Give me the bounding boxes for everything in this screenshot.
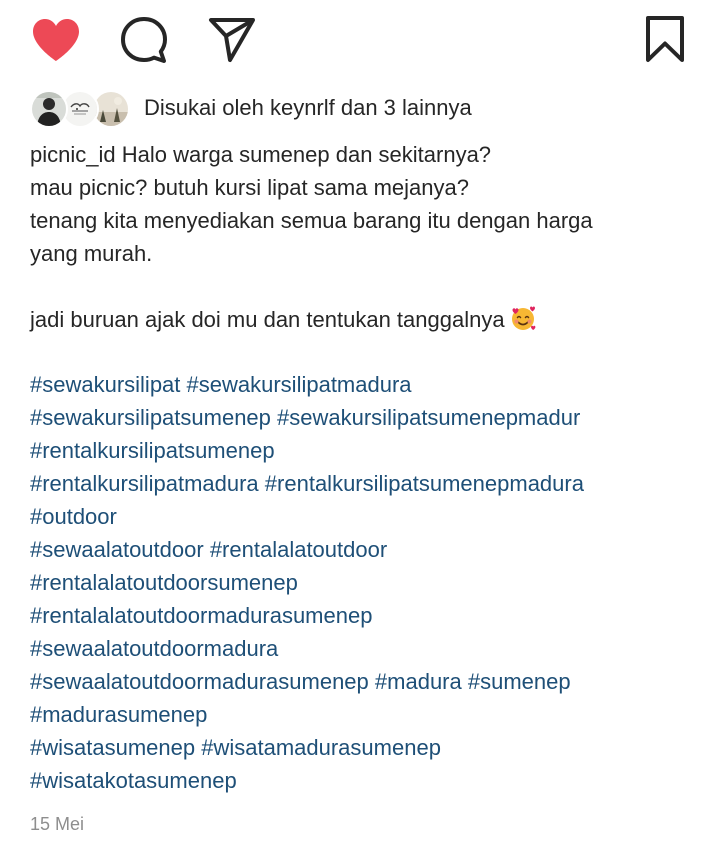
hashtag-link[interactable]: #sewakursilipatsumenep — [30, 405, 271, 430]
post-caption: picnic_id Halo warga sumenep dan sekitar… — [30, 138, 700, 336]
hashtag-link[interactable]: #sewakursilipatmadura — [187, 372, 412, 397]
hashtag-link[interactable]: #sewaalatoutdoor — [30, 537, 204, 562]
hashtag-line: #rentalkursilipatsumenep — [30, 434, 710, 467]
hashtag-link[interactable]: #madura — [375, 669, 462, 694]
hashtag-link[interactable]: #sewaalatoutdoormadura — [30, 636, 278, 661]
caption-line: mau picnic? butuh kursi lipat sama mejan… — [30, 175, 470, 200]
hashtag-line: #rentalkursilipatmadura #rentalkursilipa… — [30, 467, 710, 500]
post-timestamp: 15 Mei — [30, 814, 85, 834]
hashtag-list: #sewakursilipat #sewakursilipatmadura #se… — [30, 368, 710, 797]
post-action-bar — [0, 0, 719, 76]
avatar[interactable] — [30, 90, 68, 128]
hashtag-line: #rentalalatoutdoorsumenep — [30, 566, 710, 599]
hashtag-link[interactable]: #wisatakotasumenep — [30, 768, 237, 793]
hashtag-link[interactable]: #sewakursilipat — [30, 372, 180, 397]
save-button[interactable] — [639, 14, 691, 64]
share-button[interactable] — [206, 14, 258, 64]
hashtag-link[interactable]: #madurasumenep — [30, 702, 207, 727]
hashtag-link[interactable]: #rentalkursilipatsumenepmadura — [265, 471, 584, 496]
hashtag-line: #sewaalatoutdoormadurasumenep #madura #s… — [30, 665, 710, 698]
paper-plane-icon — [209, 18, 255, 62]
caption-line: tenang kita menyediakan semua barang itu… — [30, 208, 593, 233]
speech-bubble-icon — [121, 17, 167, 63]
hashtag-line: #sewakursilipat #sewakursilipatmadura — [30, 368, 710, 401]
hashtag-link[interactable]: #sewakursilipatsumenepmadur — [277, 405, 580, 430]
hashtag-link[interactable]: #rentalalatoutdoor — [210, 537, 387, 562]
hashtag-line: #outdoor — [30, 500, 710, 533]
like-button[interactable] — [30, 17, 82, 63]
hashtag-link[interactable]: #wisatamadurasumenep — [201, 735, 441, 760]
likes-summary[interactable]: Disukai oleh keynrlf dan 3 lainnya — [30, 88, 690, 128]
hashtag-link[interactable]: #sewaalatoutdoormadurasumenep — [30, 669, 369, 694]
hashtag-link[interactable]: #wisatasumenep — [30, 735, 195, 760]
hashtag-link[interactable]: #outdoor — [30, 504, 117, 529]
hashtag-line: #sewaalatoutdoormadura — [30, 632, 710, 665]
hashtag-link[interactable]: #rentalalatoutdoorsumenep — [30, 570, 298, 595]
hashtag-line: #madurasumenep — [30, 698, 710, 731]
heart-filled-icon — [33, 19, 79, 61]
hashtag-line: #rentalalatoutdoormadurasumenep — [30, 599, 710, 632]
caption-text: jadi buruan ajak doi mu dan tentukan tan… — [30, 307, 505, 332]
hashtag-line: #sewakursilipatsumenep #sewakursilipatsu… — [30, 401, 710, 434]
hashtag-link[interactable]: #rentalalatoutdoormadurasumenep — [30, 603, 372, 628]
comment-button[interactable] — [118, 15, 170, 65]
likes-count-text[interactable]: Disukai oleh keynrlf dan 3 lainnya — [144, 95, 472, 121]
caption-line: picnic_id Halo warga sumenep dan sekitar… — [30, 142, 492, 167]
hashtag-line: #wisatasumenep #wisatamadurasumenep — [30, 731, 710, 764]
caption-line: jadi buruan ajak doi mu dan tentukan tan… — [30, 303, 700, 336]
smiling-face-with-hearts-emoji — [509, 304, 537, 332]
caption-line: yang murah. — [30, 241, 153, 266]
hashtag-link[interactable]: #rentalkursilipatmadura — [30, 471, 259, 496]
hashtag-line: #sewaalatoutdoor #rentalalatoutdoor — [30, 533, 710, 566]
hashtag-link[interactable]: #rentalkursilipatsumenep — [30, 438, 275, 463]
hashtag-line: #wisatakotasumenep — [30, 764, 710, 797]
hashtag-link[interactable]: #sumenep — [468, 669, 571, 694]
bookmark-icon — [646, 16, 684, 62]
